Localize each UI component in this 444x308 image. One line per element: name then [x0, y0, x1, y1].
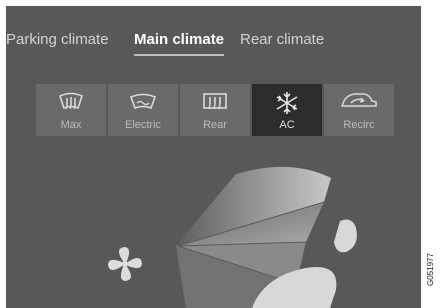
max-defrost-label: Max: [60, 119, 82, 131]
rear-defrost-icon: [203, 93, 227, 110]
electric-windscreen-label: Electric: [124, 119, 162, 131]
climate-screen: Parking climate Main climate Rear climat…: [6, 6, 421, 308]
ac-button[interactable]: AC: [252, 84, 322, 136]
ac-snowflake-icon: [276, 92, 298, 114]
recirculation-icon: [340, 93, 377, 107]
max-defrost-button[interactable]: Max: [36, 84, 106, 136]
tab-rear-climate[interactable]: Rear climate: [240, 30, 324, 50]
electric-windscreen-button[interactable]: Electric: [108, 84, 178, 136]
airflow-illustration: [176, 166, 357, 308]
tab-parking-climate[interactable]: Parking climate: [6, 30, 109, 50]
tab-main-climate-label: Main climate: [134, 31, 225, 48]
active-tab-underline: [134, 54, 225, 56]
rear-defrost-button[interactable]: Rear: [180, 84, 250, 136]
recirculation-label: Recirc: [343, 119, 375, 131]
max-defrost-icon: [59, 92, 83, 110]
figure-reference-label: G051977: [426, 253, 435, 286]
quick-buttons: Max Electric Rear AC Recirc: [36, 84, 394, 136]
recirculation-button[interactable]: Recirc: [324, 84, 394, 136]
fan-icon: [108, 247, 142, 281]
rear-defrost-label: Rear: [203, 119, 227, 131]
electric-windscreen-icon: [129, 93, 157, 110]
tab-main-climate[interactable]: Main climate: [134, 30, 225, 56]
ac-label: AC: [279, 119, 295, 131]
